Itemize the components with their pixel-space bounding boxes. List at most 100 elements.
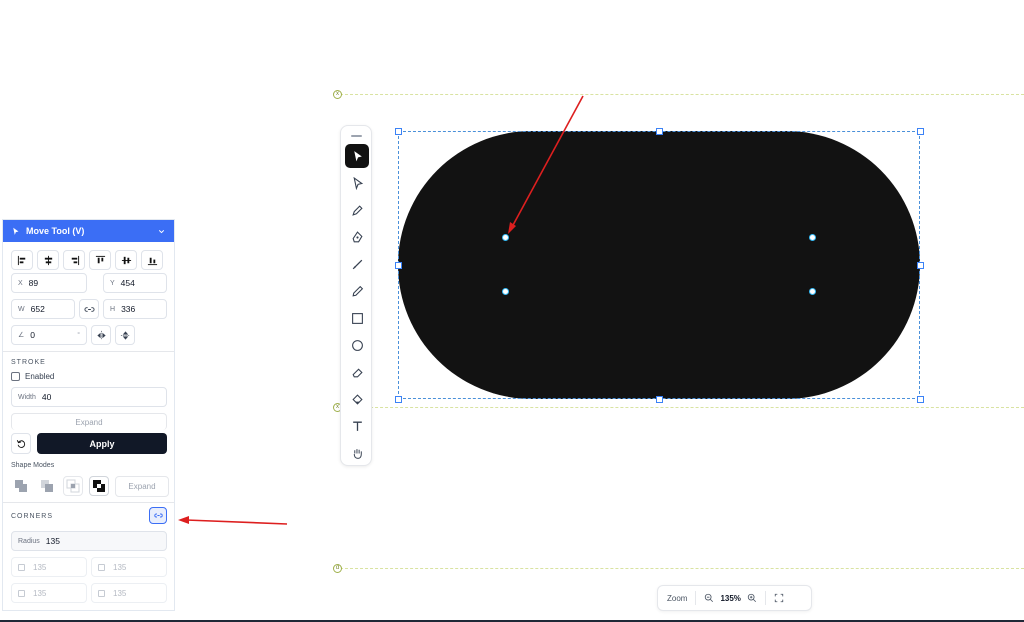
stroke-heading: STROKE bbox=[11, 359, 46, 366]
resize-handle-bottom-left[interactable] bbox=[395, 396, 402, 403]
text-tool-button[interactable] bbox=[345, 414, 369, 438]
drag-handle[interactable] bbox=[351, 135, 362, 137]
zoom-out-icon[interactable] bbox=[704, 593, 714, 603]
guide-marker-icon[interactable]: x bbox=[333, 90, 342, 99]
stroke-enabled-checkbox[interactable]: Enabled bbox=[11, 372, 54, 381]
pen-icon bbox=[351, 204, 363, 216]
pencil-tool-button[interactable] bbox=[345, 279, 369, 303]
zoom-in-icon[interactable] bbox=[747, 593, 757, 603]
shape-modes-heading: Shape Modes bbox=[11, 462, 55, 469]
corner-top-left-input[interactable]: 135 bbox=[11, 557, 87, 577]
degree-unit: ° bbox=[77, 331, 80, 339]
h-label: H bbox=[110, 305, 116, 313]
resize-handle-bottom-right[interactable] bbox=[917, 396, 924, 403]
lock-aspect-ratio-button[interactable] bbox=[79, 299, 99, 319]
align-top-icon bbox=[95, 255, 105, 263]
resize-handle-bottom[interactable] bbox=[656, 396, 663, 403]
annotation-arrow-to-link-corners bbox=[178, 516, 288, 525]
resize-handle-top-left[interactable] bbox=[395, 128, 402, 135]
properties-panel: Move Tool (V) X 89 Y 454 W 652 H 336 ∠ 0… bbox=[2, 219, 175, 611]
resize-handle-top[interactable] bbox=[656, 128, 663, 135]
align-right-button[interactable] bbox=[63, 250, 85, 270]
corner-bottom-left-icon bbox=[18, 589, 25, 597]
rectangle-tool-button[interactable] bbox=[345, 306, 369, 330]
flip-vertical-button[interactable] bbox=[115, 325, 135, 345]
direct-select-tool-button[interactable] bbox=[345, 171, 369, 195]
rotation-input[interactable]: ∠ 0 ° bbox=[11, 325, 87, 345]
tool-palette bbox=[340, 125, 372, 466]
corner-radius-handle-bottom-left[interactable] bbox=[502, 288, 509, 295]
hand-tool-button[interactable] bbox=[345, 441, 369, 465]
anchor-pen-tool-button[interactable] bbox=[345, 225, 369, 249]
resize-handle-left[interactable] bbox=[395, 262, 402, 269]
reset-button[interactable] bbox=[11, 433, 31, 454]
radius-label: Radius bbox=[18, 537, 40, 545]
align-top-button[interactable] bbox=[89, 250, 111, 270]
corner-radius-handle-top-left[interactable] bbox=[502, 234, 509, 241]
rotation-row: ∠ 0 ° bbox=[11, 325, 135, 345]
separator bbox=[695, 591, 697, 605]
move-tool-button[interactable] bbox=[345, 144, 369, 168]
rotation-value: 0 bbox=[30, 330, 36, 340]
corner-bottom-right-input[interactable]: 135 bbox=[91, 583, 167, 603]
corner-radius-input[interactable]: Radius 135 bbox=[11, 531, 167, 551]
corner-radius-handle-top-right[interactable] bbox=[809, 234, 816, 241]
x-position-input[interactable]: X 89 bbox=[11, 273, 87, 293]
divider bbox=[3, 502, 174, 503]
stroke-width-value: 40 bbox=[41, 392, 52, 402]
shape-modes-expand-button[interactable]: Expand bbox=[115, 476, 169, 497]
chevron-down-icon[interactable] bbox=[157, 227, 166, 236]
resize-handle-top-right[interactable] bbox=[917, 128, 924, 135]
w-label: W bbox=[18, 305, 25, 313]
position-row: X 89 Y 454 bbox=[11, 273, 167, 293]
align-left-icon bbox=[17, 255, 25, 265]
link-corners-button[interactable] bbox=[149, 507, 167, 524]
corner-fields-row-1: 135 135 bbox=[11, 557, 167, 577]
pen-tool-button[interactable] bbox=[345, 198, 369, 222]
corner-top-right-input[interactable]: 135 bbox=[91, 557, 167, 577]
horizontal-guide[interactable] bbox=[340, 568, 1024, 569]
editor-window: x x d Move Tool (V) X 89 Y 454 W 652 H 3… bbox=[0, 0, 1024, 622]
align-center-horizontal-icon bbox=[44, 255, 52, 265]
align-bottom-button[interactable] bbox=[141, 250, 163, 270]
ellipse-tool-button[interactable] bbox=[345, 333, 369, 357]
flip-horizontal-button[interactable] bbox=[91, 325, 111, 345]
width-input[interactable]: W 652 bbox=[11, 299, 75, 319]
corner-bottom-left-input[interactable]: 135 bbox=[11, 583, 87, 603]
intersect-icon bbox=[66, 479, 80, 493]
brush-icon bbox=[352, 259, 362, 269]
horizontal-guide[interactable] bbox=[340, 407, 1024, 408]
eraser-tool-button[interactable] bbox=[345, 360, 369, 384]
align-center-horizontal-button[interactable] bbox=[37, 250, 59, 270]
guide-marker-icon[interactable]: d bbox=[333, 564, 342, 573]
zoom-value[interactable]: 135% bbox=[720, 594, 740, 603]
stroke-expand-button[interactable]: Expand bbox=[11, 413, 167, 430]
flip-horizontal-icon bbox=[96, 330, 106, 340]
pencil-icon bbox=[351, 285, 363, 297]
panel-header[interactable]: Move Tool (V) bbox=[3, 220, 174, 242]
y-position-input[interactable]: Y 454 bbox=[103, 273, 167, 293]
fill-tool-button[interactable] bbox=[345, 387, 369, 411]
subtract-mode-button[interactable] bbox=[37, 476, 57, 496]
unite-mode-button[interactable] bbox=[11, 476, 31, 496]
checkbox-box[interactable] bbox=[11, 372, 20, 381]
apply-button[interactable]: Apply bbox=[37, 433, 167, 454]
exclude-mode-button[interactable] bbox=[89, 476, 109, 496]
circle-icon bbox=[351, 339, 363, 351]
corner-fields-row-2: 135 135 bbox=[11, 583, 167, 603]
corner-radius-handle-bottom-right[interactable] bbox=[809, 288, 816, 295]
x-label: X bbox=[18, 279, 23, 287]
fit-screen-icon[interactable] bbox=[774, 593, 784, 603]
align-middle-vertical-button[interactable] bbox=[115, 250, 137, 270]
link-icon bbox=[153, 513, 163, 518]
intersect-mode-button[interactable] bbox=[63, 476, 83, 496]
horizontal-guide[interactable] bbox=[340, 94, 1024, 95]
height-input[interactable]: H 336 bbox=[103, 299, 167, 319]
flip-vertical-icon bbox=[120, 330, 130, 340]
panel-title: Move Tool (V) bbox=[26, 226, 85, 236]
text-icon bbox=[352, 421, 362, 431]
stroke-width-input[interactable]: Width 40 bbox=[11, 387, 167, 407]
resize-handle-right[interactable] bbox=[917, 262, 924, 269]
brush-tool-button[interactable] bbox=[345, 252, 369, 276]
align-left-button[interactable] bbox=[11, 250, 33, 270]
